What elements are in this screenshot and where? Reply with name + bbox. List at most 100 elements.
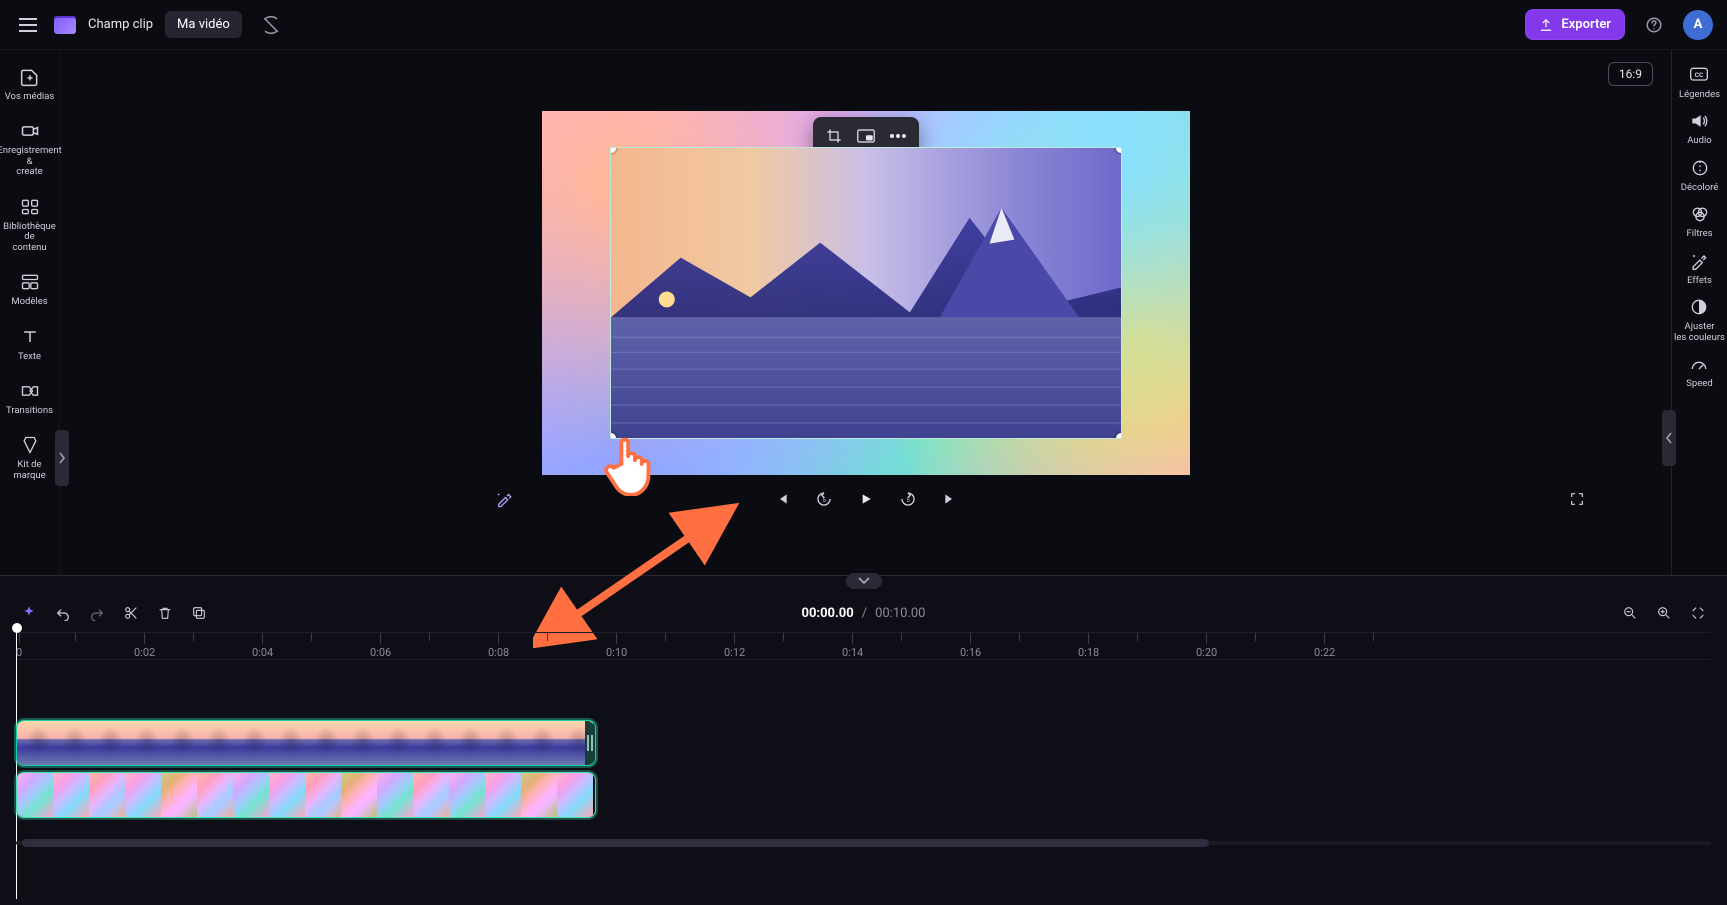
fit-timeline-button[interactable]: [1685, 600, 1711, 626]
timeline-ruler[interactable]: 00:020:040:060:080:100:120:140:160:180:2…: [16, 632, 1711, 660]
captions-icon: CC: [1688, 64, 1710, 86]
scrollbar-thumb[interactable]: [22, 839, 1209, 847]
ruler-tick-label: 0:22: [1314, 646, 1335, 659]
rail-item-captions[interactable]: CC Légendes: [1679, 64, 1720, 100]
sidebar-item-content-library[interactable]: Bibliothèque de contenu: [1, 190, 59, 259]
clip-thumb: [521, 721, 557, 765]
ruler-subtick: [783, 633, 784, 641]
brand-kit-icon: [19, 434, 41, 456]
sidebar-item-label: Vos médias: [5, 92, 55, 102]
timeline-scrollbar[interactable]: [16, 838, 1711, 848]
delete-button[interactable]: [152, 600, 178, 626]
text-icon: [19, 326, 41, 348]
magic-tool-button[interactable]: [490, 485, 518, 513]
clip-background-gradient[interactable]: [16, 772, 596, 818]
help-button[interactable]: [1637, 10, 1671, 40]
ruler-tick-label: 0:18: [1078, 646, 1099, 659]
menu-button[interactable]: [14, 11, 42, 39]
clip-thumb: [305, 773, 341, 817]
rail-item-audio[interactable]: Audio: [1687, 110, 1711, 146]
rail-item-effects[interactable]: Effets: [1687, 250, 1712, 286]
split-button[interactable]: [118, 600, 144, 626]
svg-text:CC: CC: [1695, 71, 1704, 79]
sync-off-icon[interactable]: [254, 10, 288, 40]
selected-clip-frame[interactable]: [610, 147, 1122, 439]
sidebar-item-label: Kit de marque: [5, 460, 55, 481]
timeline-toolbar: 00:00.00 / 00:10.00: [0, 594, 1727, 632]
svg-text:5: 5: [822, 497, 826, 504]
avatar-letter: A: [1694, 17, 1703, 32]
redo-button[interactable]: [84, 600, 110, 626]
fullscreen-button[interactable]: [1563, 485, 1591, 513]
ruler-tick: 0:14: [842, 633, 863, 659]
undo-button[interactable]: [50, 600, 76, 626]
upload-icon: [1539, 18, 1553, 32]
sidebar-item-label: Transitions: [6, 406, 53, 416]
sidebar-item-text[interactable]: Texte: [1, 320, 59, 368]
timeline-collapse-toggle[interactable]: [846, 573, 882, 589]
rail-label: Audio: [1687, 136, 1711, 146]
crop-button[interactable]: [821, 123, 847, 149]
user-avatar[interactable]: A: [1683, 10, 1713, 40]
playhead-knob[interactable]: [12, 623, 22, 633]
clip-thumb: [197, 773, 233, 817]
clip-thumb: [557, 773, 593, 817]
file-plus-icon: [19, 66, 41, 88]
pip-button[interactable]: [853, 123, 879, 149]
clip-thumb: [89, 773, 125, 817]
project-title[interactable]: Ma vidéo: [165, 11, 242, 38]
clip-thumb: [485, 773, 521, 817]
rail-label: Légendes: [1679, 90, 1720, 100]
aspect-ratio-button[interactable]: 16:9: [1608, 62, 1653, 86]
more-options-button[interactable]: [885, 123, 911, 149]
clip-video-foreground[interactable]: [16, 720, 596, 766]
ruler-tick-label: 0:14: [842, 646, 863, 659]
clip-thumb: [269, 773, 305, 817]
clip-thumb: [269, 721, 305, 765]
stage-area: 16:9: [60, 50, 1671, 575]
aspect-ratio-label: 16:9: [1619, 67, 1642, 81]
clip-thumb: [305, 721, 341, 765]
sidebar-item-brand-kit[interactable]: Kit de marque: [1, 428, 59, 487]
back-5s-button[interactable]: 5: [810, 485, 838, 513]
right-panel-toggle[interactable]: [1662, 410, 1676, 466]
clip-thumb: [521, 773, 557, 817]
zoom-out-button[interactable]: [1617, 600, 1643, 626]
rail-item-fade[interactable]: Décoloré: [1681, 157, 1719, 193]
rail-item-filters[interactable]: Filtres: [1686, 203, 1712, 239]
preview-canvas[interactable]: [542, 111, 1190, 475]
rail-item-adjust-colors[interactable]: Ajuster les couleurs: [1674, 296, 1725, 343]
ruler-tick: 0:20: [1196, 633, 1217, 659]
ruler-tick: 0:02: [134, 633, 155, 659]
ruler-tick-label: 0:10: [606, 646, 627, 659]
export-button[interactable]: Exporter: [1525, 9, 1625, 40]
clip-thumb: [413, 721, 449, 765]
duplicate-button[interactable]: [186, 600, 212, 626]
sidebar-item-label: Texte: [18, 352, 41, 362]
clip-thumb: [53, 721, 89, 765]
forward-5s-button[interactable]: 5: [894, 485, 922, 513]
sidebar-item-media[interactable]: Vos médias: [1, 60, 59, 108]
track-video[interactable]: [16, 720, 1711, 766]
track-background[interactable]: [16, 772, 1711, 818]
skip-start-button[interactable]: [768, 485, 796, 513]
ruler-tick-label: 0:16: [960, 646, 981, 659]
sidebar-item-record-create[interactable]: Enregistrement & create: [1, 114, 59, 183]
right-rail: CC Légendes Audio Décoloré Filtres Effet…: [1671, 50, 1727, 575]
skip-end-button[interactable]: [936, 485, 964, 513]
sidebar-item-label: Enregistrement & create: [0, 146, 62, 177]
timeline-tracks: [0, 660, 1727, 836]
sidebar-item-transitions[interactable]: Transitions: [1, 374, 59, 422]
sidebar-item-templates[interactable]: Modèles: [1, 265, 59, 313]
ruler-tick: 0:08: [488, 633, 509, 659]
ruler-tick: 0:16: [960, 633, 981, 659]
zoom-in-button[interactable]: [1651, 600, 1677, 626]
clip-thumb: [53, 773, 89, 817]
play-button[interactable]: [852, 485, 880, 513]
clip-trim-right[interactable]: [585, 721, 595, 765]
clip-thumb: [341, 721, 377, 765]
camera-icon: [19, 120, 41, 142]
rail-item-speed[interactable]: Speed: [1686, 353, 1712, 389]
auto-compose-button[interactable]: [16, 600, 42, 626]
ruler-tick-label: 0:20: [1196, 646, 1217, 659]
